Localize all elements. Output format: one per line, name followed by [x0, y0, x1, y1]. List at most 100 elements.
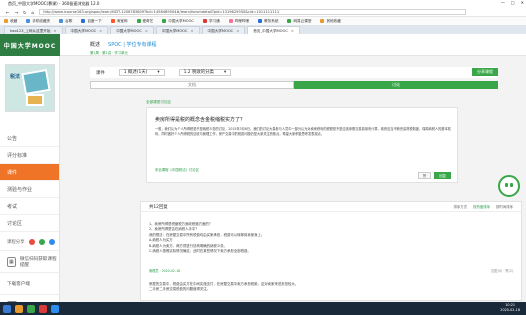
bookmark-item[interactable]: 中国大学MOOC: [162, 19, 194, 24]
share-row: 课程分享: [0, 234, 59, 250]
bookmark-icon: [59, 19, 64, 23]
browser-tab[interactable]: 中国大学MOOC ×: [110, 26, 154, 34]
share-course-button[interactable]: 分享课程: [472, 68, 498, 76]
url-input[interactable]: http://www.icourse163.org/spoc/learn/HZI…: [39, 9, 466, 15]
close-icon[interactable]: ×: [191, 29, 194, 33]
sort-label: 排序方式: [453, 205, 468, 209]
bookmark-item[interactable]: 谷歌: [59, 19, 72, 24]
bookmark-item[interactable]: 网易云课堂: [287, 19, 311, 24]
bookmark-icon: [258, 19, 263, 23]
sort-options: 排序方式 按热度排序 按时间排序: [454, 204, 513, 209]
bookmark-label: 网易云课堂: [293, 18, 312, 23]
answers-panel: 共12回复 排序方式 按热度排序 按时间排序 1、卖房所得是税缩税方面收税缩方面…: [140, 201, 522, 301]
close-icon[interactable]: ×: [99, 29, 102, 33]
forum-section-label[interactable]: 全部课堂讨论区: [146, 100, 171, 105]
tab-label: 中国大学MOOC: [116, 29, 142, 33]
browser-tab[interactable]: hao123_上网从这里开始 ×: [4, 26, 63, 34]
sidebar-item[interactable]: 课件: [0, 164, 59, 181]
sort-new-button[interactable]: 按时间排序: [496, 204, 513, 209]
bookmark-label: 淘宝网: [116, 18, 128, 23]
lesson-select[interactable]: 1.2 税收的分类 ▾: [178, 69, 232, 76]
home-icon[interactable]: ⌂: [32, 10, 35, 15]
bookmark-label: 哔哩哔哩: [234, 18, 250, 23]
unit-tab[interactable]: 文档: [90, 81, 294, 89]
taskbar: 10:21 2020-02-18: [0, 302, 526, 315]
question-title: 卖房所得是税的概念含金税缩税实方了？: [155, 117, 246, 123]
browser-tab[interactable]: 中国大学MOOC ×: [64, 26, 109, 34]
sidebar-item[interactable]: 考试: [0, 198, 59, 215]
tab-bar: hao123_上网从这里开始 × 中国大学MOOC × 中国大学MOOC × 中国大学MOO…: [0, 25, 526, 34]
close-icon[interactable]: ×: [145, 29, 148, 33]
wechat-reminder-label: 微信扫码获取课程提醒: [19, 256, 57, 268]
answer-author[interactable]: 管理员 · 2020-02-18: [149, 268, 180, 273]
explorer-icon[interactable]: [15, 304, 23, 313]
close-icon[interactable]: ×: [54, 29, 57, 33]
question-source-link[interactable]: 来自课程《中国税法》讨论区: [155, 167, 199, 172]
course-cover-image: 税法: [5, 64, 55, 112]
reply-button[interactable]: 回复: [434, 172, 451, 179]
browser-tab[interactable]: 中国大学MOOC ×: [155, 26, 200, 34]
chapter-select-bar: 课件 1 概述(1天) ▾ 1.2 税收的分类 ▾ 分享课程: [90, 67, 498, 78]
word-icon[interactable]: [51, 304, 59, 313]
minimize-button[interactable]: —: [501, 0, 505, 5]
bookmark-label: 其他收藏: [326, 18, 341, 23]
like-button[interactable]: 赞: [417, 172, 432, 179]
browser-tab[interactable]: 首页_中国大学MOOC ×: [247, 26, 300, 34]
sidebar-item[interactable]: 评分标准: [0, 147, 59, 164]
bookmark-item[interactable]: 淘宝网: [110, 18, 128, 24]
feedback-smiley-icon[interactable]: [498, 175, 520, 197]
bookmark-item[interactable]: 其他收藏: [320, 18, 341, 24]
cover-illustration-2: [26, 94, 44, 106]
question-actions: 赞 回复: [417, 172, 451, 179]
unit-tabs: 文档 讨论: [90, 81, 498, 89]
download-client-label: 下载客户端: [7, 281, 30, 287]
unit-tab[interactable]: 讨论: [294, 81, 498, 89]
bookmark-item[interactable]: 学习通: [202, 19, 220, 24]
bookmark-label: 手机收藏夹: [32, 18, 51, 23]
back-icon[interactable]: ←: [6, 10, 10, 15]
sidebar-item[interactable]: 公告: [0, 130, 59, 147]
download-client-button[interactable]: 下载客户端: [0, 272, 59, 294]
refresh-icon[interactable]: ↻: [23, 10, 27, 15]
tab-label: 首页_中国大学MOOC: [253, 29, 288, 33]
bookmark-item[interactable]: 教务系统: [258, 19, 278, 24]
qq-icon[interactable]: [48, 239, 55, 245]
bookmark-item[interactable]: 爱奇艺: [136, 19, 153, 24]
close-icon[interactable]: ×: [236, 29, 239, 33]
course-subtitle: 第1周 · 第1讲 · 学习单元: [90, 51, 128, 55]
bookmark-item[interactable]: 收藏: [4, 19, 17, 24]
bookmark-item[interactable]: 百度一下: [81, 19, 102, 24]
start-icon[interactable]: [3, 304, 11, 313]
bookmark-icon: [4, 19, 8, 23]
window-title-bar: 首页_中国大学MOOC(慕课) - 360极速浏览器 12.0 — □ ✕: [0, 0, 526, 8]
bookmark-item[interactable]: 哔哩哔哩: [228, 18, 250, 24]
chapter-select[interactable]: 1 概述(1天) ▾: [118, 69, 165, 76]
sidebar-item[interactable]: 讨论区: [0, 215, 59, 232]
maximize-button[interactable]: □: [511, 0, 515, 5]
bookmark-label: 中国大学MOOC: [168, 18, 194, 23]
app-icon[interactable]: [39, 304, 47, 313]
bookmark-icon: [162, 19, 167, 23]
close-window-button[interactable]: ✕: [521, 0, 524, 5]
sort-hot-button[interactable]: 按热度排序: [473, 204, 490, 209]
wechat-reminder-button[interactable]: ▦ 微信扫码获取课程提醒: [0, 250, 59, 272]
browser-icon[interactable]: [27, 304, 35, 313]
clock: 10:21 2020-02-18: [500, 303, 520, 313]
share-label: 课程分享: [7, 240, 25, 245]
browser-tab[interactable]: 中国大学MOOC ×: [201, 26, 246, 34]
sidebar-item[interactable]: 测验与作业: [0, 181, 59, 198]
bookmark-icon: [287, 19, 292, 23]
bookmark-label: 教务系统: [264, 18, 279, 23]
bookmark-icon: [202, 19, 207, 23]
answer-body: 1、卖房所得是税缩税方面收税缩方面的？ 2、卖房所得是否在纳税人手中？ 我的想法…: [149, 222, 265, 254]
site-logo[interactable]: 中国大学MOOC: [0, 34, 60, 56]
close-icon[interactable]: ×: [291, 29, 294, 33]
course-link[interactable]: SPOC | 学位专有课程: [108, 41, 156, 48]
weibo-icon[interactable]: [28, 239, 35, 245]
forward-icon[interactable]: →: [15, 10, 19, 15]
answer-stats[interactable]: 回复(0) · 赞(2): [491, 268, 513, 273]
wechat-icon[interactable]: [38, 239, 45, 245]
answer-footer: 房屋的交易中，税费由买方在中间实施支付，在房屋交易中卖方承担税款，这对卖家来说负…: [149, 282, 299, 291]
bookmark-icon: [320, 19, 325, 23]
bookmark-item[interactable]: 手机收藏夹: [26, 19, 50, 24]
